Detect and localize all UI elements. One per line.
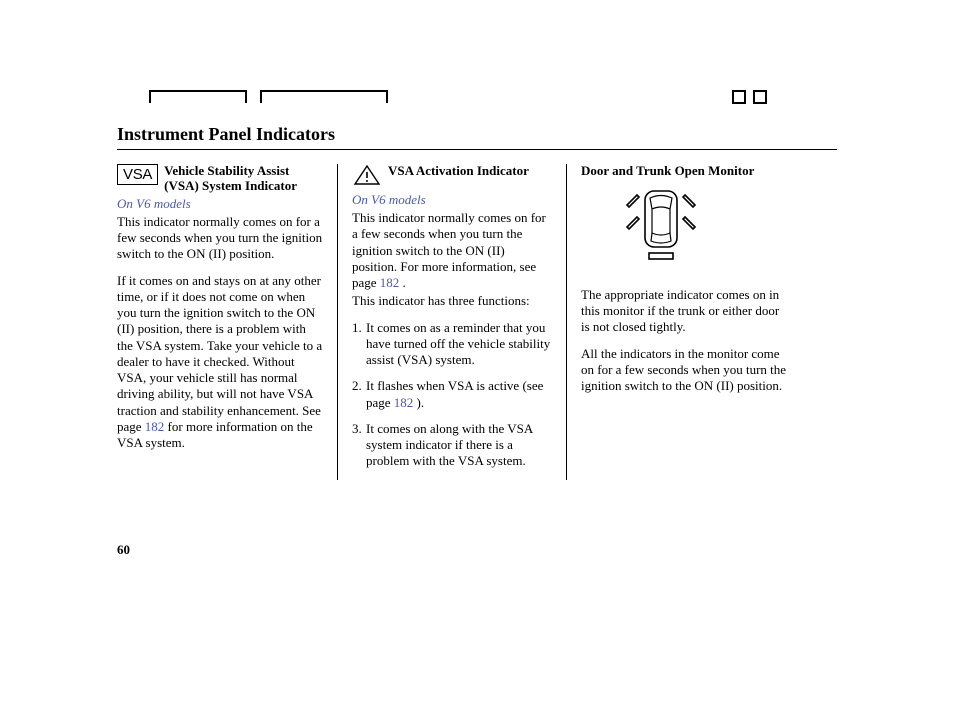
paragraph: This indicator has three functions: bbox=[352, 293, 552, 309]
text: ). bbox=[413, 395, 424, 410]
crop-marks-row bbox=[117, 90, 837, 110]
column-1: VSA Vehicle Stability Assist (VSA) Syste… bbox=[117, 164, 337, 480]
list-item: 1. It comes on as a reminder that you ha… bbox=[352, 320, 552, 369]
door-trunk-monitor-icon bbox=[601, 185, 787, 271]
list-item: 3. It comes on along with the VSA system… bbox=[352, 421, 552, 470]
page-reference-link[interactable]: 182 bbox=[145, 419, 165, 434]
page-reference-link[interactable]: 182 bbox=[394, 395, 414, 410]
paragraph: If it comes on and stays on at any other… bbox=[117, 273, 323, 452]
function-list: 1. It comes on as a reminder that you ha… bbox=[352, 320, 552, 470]
list-number: 2. bbox=[352, 378, 366, 411]
paragraph: All the indicators in the monitor come o… bbox=[581, 346, 787, 395]
column-2: VSA Activation Indicator On V6 models Th… bbox=[337, 164, 567, 480]
list-number: 3. bbox=[352, 421, 366, 470]
text: . bbox=[399, 275, 406, 290]
crop-mark bbox=[732, 90, 746, 104]
list-number: 1. bbox=[352, 320, 366, 369]
section-header: VSA Activation Indicator bbox=[352, 164, 552, 190]
column-3: Door and Trunk Open Monitor bbox=[567, 164, 787, 480]
page-number: 60 bbox=[117, 542, 130, 558]
title-divider bbox=[117, 149, 837, 150]
crop-mark bbox=[260, 90, 388, 103]
paragraph: The appropriate indicator comes on in th… bbox=[581, 287, 787, 336]
section-header: VSA Vehicle Stability Assist (VSA) Syste… bbox=[117, 164, 323, 194]
section-subhead: On V6 models bbox=[352, 192, 552, 208]
crop-mark bbox=[149, 90, 247, 103]
text: It flashes when VSA is active (see page bbox=[366, 378, 543, 409]
page-title: Instrument Panel Indicators bbox=[117, 124, 837, 145]
crop-mark bbox=[753, 90, 767, 104]
list-text: It comes on along with the VSA system in… bbox=[366, 421, 552, 470]
text: If it comes on and stays on at any other… bbox=[117, 273, 322, 434]
columns: VSA Vehicle Stability Assist (VSA) Syste… bbox=[117, 164, 837, 480]
paragraph: This indicator normally comes on for a f… bbox=[352, 210, 552, 291]
section-header: Door and Trunk Open Monitor bbox=[581, 164, 787, 179]
page-container: Instrument Panel Indicators VSA Vehicle … bbox=[117, 90, 837, 480]
warning-triangle-icon bbox=[352, 164, 382, 190]
section-title: Door and Trunk Open Monitor bbox=[581, 164, 754, 179]
list-item: 2. It flashes when VSA is active (see pa… bbox=[352, 378, 552, 411]
section-title: Vehicle Stability Assist (VSA) System In… bbox=[164, 164, 323, 194]
section-title: VSA Activation Indicator bbox=[388, 164, 529, 179]
vsa-box-text: VSA bbox=[117, 164, 158, 185]
list-text: It flashes when VSA is active (see page … bbox=[366, 378, 552, 411]
paragraph: This indicator normally comes on for a f… bbox=[117, 214, 323, 263]
section-subhead: On V6 models bbox=[117, 196, 323, 212]
vsa-indicator-icon: VSA bbox=[117, 164, 158, 185]
list-text: It comes on as a reminder that you have … bbox=[366, 320, 552, 369]
page-reference-link[interactable]: 182 bbox=[380, 275, 400, 290]
